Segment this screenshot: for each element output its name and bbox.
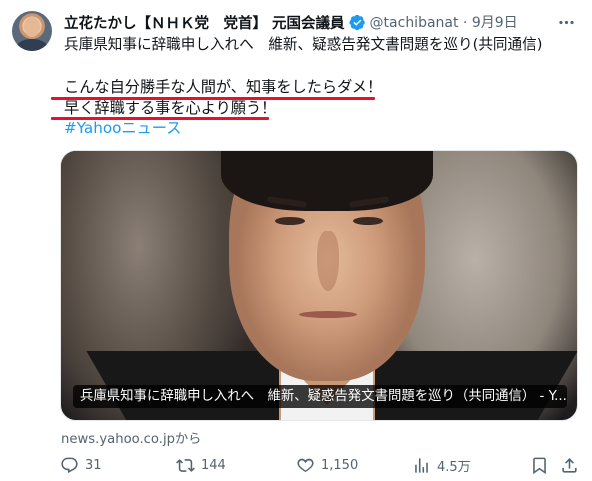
views-button[interactable]: 4.5万	[412, 455, 471, 475]
avatar-face	[24, 17, 40, 37]
card-image-eye	[275, 217, 305, 225]
more-icon	[558, 20, 574, 24]
reply-count: 31	[85, 457, 102, 473]
views-count: 4.5万	[437, 459, 471, 475]
card-image-mouth	[299, 311, 357, 318]
card-caption: 兵庫県知事に辞職申し入れへ 維新、疑惑告発文書問題を巡り（共同通信） - Y..…	[73, 385, 567, 408]
action-bar: 31 144 1,150 4.5万	[0, 455, 592, 475]
repost-count: 144	[201, 457, 226, 473]
like-icon	[297, 458, 314, 472]
views-icon	[415, 457, 428, 473]
like-button[interactable]: 1,150	[296, 455, 358, 475]
like-count: 1,150	[321, 457, 359, 473]
tweet-text-line: こんな自分勝手な人間が、知事をしたらダメ！	[64, 78, 383, 96]
card-image-hair	[221, 151, 433, 211]
bookmark-button[interactable]	[530, 455, 549, 475]
author-name[interactable]: 立花たかし【ＮＨＫ党 党首】 元国会議員	[64, 12, 345, 33]
share-icon	[562, 457, 577, 473]
tweet-text-line: 兵庫県知事に辞職申し入れへ 維新、疑惑告発文書問題を巡り(共同通信)	[64, 36, 543, 53]
card-image-eye	[353, 217, 383, 225]
verified-badge-icon	[349, 14, 365, 30]
share-button[interactable]	[560, 455, 579, 475]
tweet-text-line: 早く辞職する事を心より願う！	[64, 99, 277, 117]
avatar[interactable]	[12, 11, 52, 51]
more-button[interactable]	[554, 10, 578, 34]
bookmark-icon	[533, 457, 546, 474]
card-source-link[interactable]: news.yahoo.co.jpから	[61, 428, 201, 447]
link-card[interactable]: 兵庫県知事に辞職申し入れへ 維新、疑惑告発文書問題を巡り（共同通信） - Y..…	[60, 150, 578, 421]
avatar-shirt	[16, 39, 48, 51]
reply-button[interactable]: 31	[60, 455, 102, 475]
hashtag-link[interactable]: #Yahooニュース	[64, 118, 181, 138]
reply-icon	[61, 457, 78, 473]
repost-button[interactable]: 144	[176, 455, 226, 475]
tweet-header: 立花たかし【ＮＨＫ党 党首】 元国会議員 @tachibanat · 9月9日	[64, 11, 518, 33]
card-image-nose	[317, 231, 339, 291]
repost-icon	[176, 458, 195, 472]
handle-and-date[interactable]: @tachibanat · 9月9日	[370, 12, 518, 32]
